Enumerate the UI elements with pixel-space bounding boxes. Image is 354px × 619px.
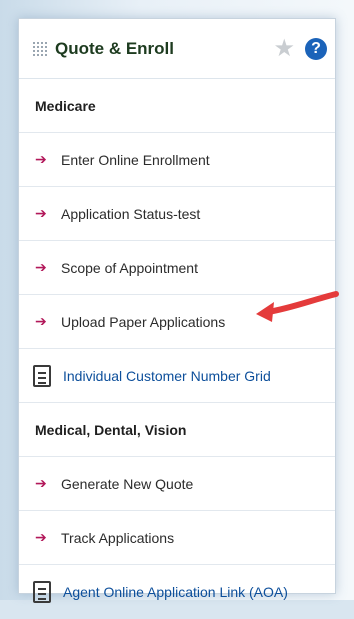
list-item-application-status[interactable]: ➔ Application Status-test [19, 187, 335, 241]
item-label: Generate New Quote [61, 475, 194, 492]
arrow-right-icon: ➔ [35, 205, 47, 221]
list-item-enter-online-enrollment[interactable]: ➔ Enter Online Enrollment [19, 133, 335, 187]
document-icon [33, 364, 51, 387]
section-medical-dental-vision: Medical, Dental, Vision [19, 403, 335, 457]
item-label: Enter Online Enrollment [61, 151, 210, 168]
link-label: Agent Online Application Link (AOA) [63, 584, 288, 600]
item-label: Application Status-test [61, 205, 201, 222]
callout-arrow-icon [256, 291, 339, 322]
arrow-right-icon: ➔ [35, 529, 47, 545]
panel-header: Quote & Enroll ★ ? [19, 19, 335, 79]
link-label: Individual Customer Number Grid [63, 367, 271, 384]
star-icon[interactable]: ★ [273, 36, 295, 61]
arrow-right-icon: ➔ [35, 313, 47, 329]
list-item-generate-new-quote[interactable]: ➔ Generate New Quote [19, 457, 335, 511]
item-label: Upload Paper Applications [61, 313, 226, 330]
help-icon[interactable]: ? [305, 37, 327, 60]
link-agent-online-application[interactable]: Agent Online Application Link (AOA) [19, 565, 335, 619]
item-label: Scope of Appointment [61, 259, 198, 276]
list-item-track-applications[interactable]: ➔ Track Applications [19, 511, 335, 565]
panel-title: Quote & Enroll [55, 38, 174, 58]
arrow-right-icon: ➔ [35, 475, 47, 491]
drag-handle-icon[interactable] [33, 41, 47, 56]
item-label: Track Applications [61, 529, 175, 546]
link-individual-customer-number-grid[interactable]: Individual Customer Number Grid [19, 349, 335, 403]
section-medicare: Medicare [19, 79, 335, 133]
arrow-right-icon: ➔ [35, 151, 47, 167]
arrow-right-icon: ➔ [35, 259, 47, 275]
